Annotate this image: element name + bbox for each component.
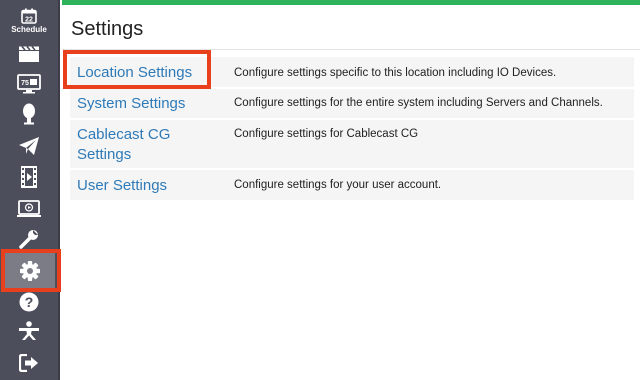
- help-icon: ?: [19, 292, 39, 312]
- settings-row-location: Location Settings Configure settings spe…: [70, 57, 634, 87]
- sidebar-item-channels[interactable]: 75: [0, 70, 58, 98]
- sidebar-item-schedule[interactable]: 22 Schedule: [0, 4, 58, 38]
- sidebar-item-tools[interactable]: [0, 225, 58, 253]
- settings-row-cablecast-cg: Cablecast CG Settings Configure settings…: [70, 120, 634, 168]
- settings-row-system: System Settings Configure settings for t…: [70, 89, 634, 118]
- sidebar-item-shows[interactable]: [0, 40, 58, 68]
- channel-badge: 75: [21, 80, 29, 87]
- calendar-icon: 22: [21, 8, 37, 24]
- clapperboard-icon: [19, 45, 39, 62]
- video-monitor-icon: [17, 200, 41, 217]
- sidebar-item-player[interactable]: [0, 195, 58, 223]
- cablecast-cg-link-line1: Cablecast CG: [77, 126, 171, 143]
- system-settings-link[interactable]: System Settings: [77, 94, 185, 114]
- title-divider: [62, 49, 640, 50]
- sidebar-item-logout[interactable]: [0, 350, 58, 376]
- cablecast-cg-settings-description: Configure settings for Cablecast CG: [234, 128, 419, 140]
- sidebar-item-publish[interactable]: [0, 131, 58, 161]
- gear-icon: [20, 260, 40, 281]
- page-title: Settings: [71, 18, 144, 40]
- settings-row-user: User Settings Configure settings for you…: [70, 170, 634, 200]
- location-settings-link[interactable]: Location Settings: [77, 63, 192, 83]
- film-icon: [21, 166, 37, 188]
- user-settings-link[interactable]: User Settings: [77, 176, 167, 196]
- microphone-icon: [23, 103, 35, 125]
- sidebar-item-users[interactable]: [0, 318, 58, 344]
- sidebar-nav: 22 Schedule 75 ?: [0, 0, 60, 380]
- wrench-icon: [19, 230, 38, 249]
- tv-monitor-icon: 75: [17, 74, 41, 94]
- sign-out-icon: [19, 354, 38, 372]
- cablecast-cg-settings-link[interactable]: Cablecast CG Settings: [77, 125, 170, 165]
- person-figure-icon: [19, 321, 39, 340]
- cablecast-cg-link-line2: Settings: [77, 146, 132, 163]
- svg-text:?: ?: [25, 294, 34, 310]
- location-settings-description: Configure settings specific to this loca…: [234, 67, 557, 79]
- system-settings-description: Configure settings for the entire system…: [234, 97, 603, 109]
- user-settings-description: Configure settings for your user account…: [234, 179, 442, 191]
- sidebar-item-label: Schedule: [11, 25, 47, 34]
- calendar-day: 22: [25, 16, 33, 23]
- paper-plane-icon: [19, 137, 39, 155]
- sidebar-item-settings[interactable]: [5, 253, 55, 288]
- sidebar-item-media[interactable]: [0, 162, 58, 192]
- sidebar-item-live[interactable]: [0, 100, 58, 128]
- sidebar-item-help[interactable]: ?: [0, 291, 58, 313]
- top-accent-bar: [62, 0, 640, 5]
